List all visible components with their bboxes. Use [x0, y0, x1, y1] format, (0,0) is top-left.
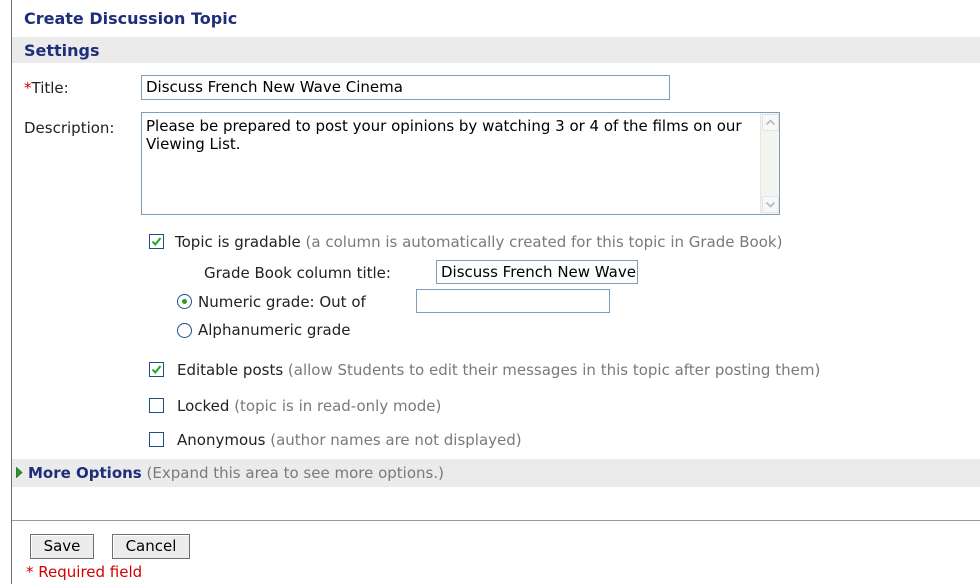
grade-column-label: Grade Book column title:: [204, 264, 391, 282]
locked-label: Locked: [177, 397, 230, 415]
editable-posts-hint: (allow Students to edit their messages i…: [287, 361, 821, 379]
page-title: Create Discussion Topic: [24, 9, 238, 28]
save-button[interactable]: Save: [30, 534, 94, 559]
cancel-button[interactable]: Cancel: [112, 534, 190, 559]
title-input[interactable]: Discuss French New Wave Cinema: [141, 75, 670, 100]
description-scrollbar[interactable]: [760, 113, 779, 214]
settings-label: Settings: [24, 41, 100, 60]
scroll-down-button[interactable]: [762, 196, 779, 213]
out-of-input[interactable]: [416, 289, 610, 313]
anonymous-hint: (author names are not displayed): [270, 431, 522, 449]
checkmark-icon: [151, 237, 162, 247]
divider: [12, 520, 980, 521]
scroll-up-button[interactable]: [762, 114, 779, 131]
anonymous-checkbox[interactable]: [149, 432, 164, 447]
required-marker: *: [24, 79, 32, 97]
required-field-note: * Required field: [26, 563, 143, 581]
gradable-hint: (a column is automatically created for t…: [305, 233, 783, 251]
more-options-text: More Options (Expand this area to see mo…: [28, 464, 444, 482]
gradable-label: Topic is gradable: [175, 233, 301, 251]
locked-checkbox[interactable]: [149, 398, 164, 413]
title-label-row: *Title:: [24, 79, 69, 97]
settings-section-header: Settings: [12, 37, 980, 63]
numeric-grade-label: Numeric grade: Out of: [198, 293, 366, 311]
locked-option: Locked (topic is in read-only mode): [177, 397, 441, 415]
description-label: Description:: [24, 119, 115, 137]
more-options-link[interactable]: More Options: [28, 464, 142, 482]
title-label: Title:: [31, 79, 69, 97]
anonymous-option: Anonymous (author names are not displaye…: [177, 431, 522, 449]
gradable-option: Topic is gradable (a column is automatic…: [175, 233, 782, 251]
radio-selected-dot: [182, 299, 187, 304]
more-options-bar[interactable]: More Options (Expand this area to see mo…: [12, 459, 980, 487]
alphanumeric-grade-radio[interactable]: [177, 323, 192, 338]
chevron-down-icon: [766, 201, 775, 208]
alphanumeric-grade-label: Alphanumeric grade: [198, 321, 351, 339]
anonymous-label: Anonymous: [177, 431, 266, 449]
editable-posts-checkbox[interactable]: [149, 362, 164, 377]
gradable-checkbox[interactable]: [149, 234, 164, 249]
numeric-grade-radio[interactable]: [177, 294, 192, 309]
editable-posts-option: Editable posts (allow Students to edit t…: [177, 361, 820, 379]
description-textarea[interactable]: Please be prepared to post your opinions…: [141, 112, 780, 215]
locked-hint: (topic is in read-only mode): [234, 397, 442, 415]
editable-posts-label: Editable posts: [177, 361, 284, 379]
expand-arrow-icon[interactable]: [16, 467, 23, 478]
more-options-hint: (Expand this area to see more options.): [146, 464, 444, 482]
description-text: Please be prepared to post your opinions…: [146, 117, 742, 153]
checkmark-icon: [151, 365, 162, 375]
chevron-up-icon: [766, 119, 775, 126]
grade-column-input[interactable]: Discuss French New Wave Cinema: [436, 260, 638, 284]
